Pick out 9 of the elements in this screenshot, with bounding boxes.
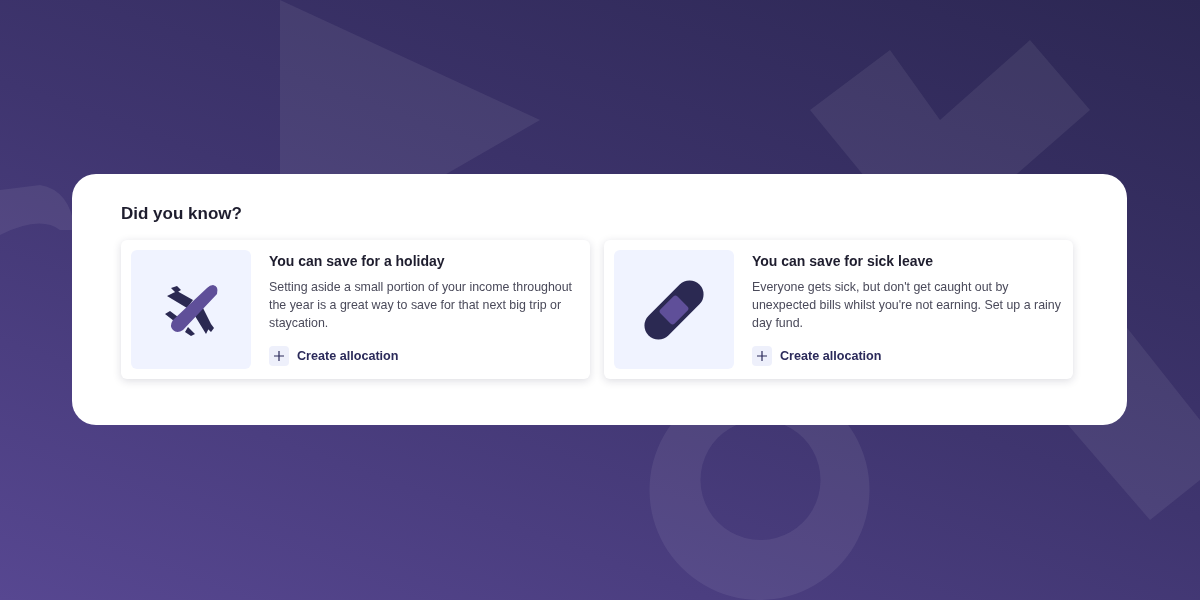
plus-icon [269,346,289,367]
plus-icon [752,346,772,367]
create-allocation-button[interactable]: Create allocation [752,346,882,367]
tip-title: You can save for sick leave [752,253,935,271]
create-allocation-button[interactable]: Create allocation [269,346,399,367]
tip-description: Setting aside a small portion of your income throughout the year is a great way to save for that next big trip or staycation. [269,279,574,333]
panel-title: Did you know? [121,204,243,225]
tip-description: Everyone gets sick, but don't get caught out by unexpected bills whilst you're not earning. Set up a rainy day fund. [752,279,1062,333]
tip-title: You can save for a holiday [269,253,446,271]
